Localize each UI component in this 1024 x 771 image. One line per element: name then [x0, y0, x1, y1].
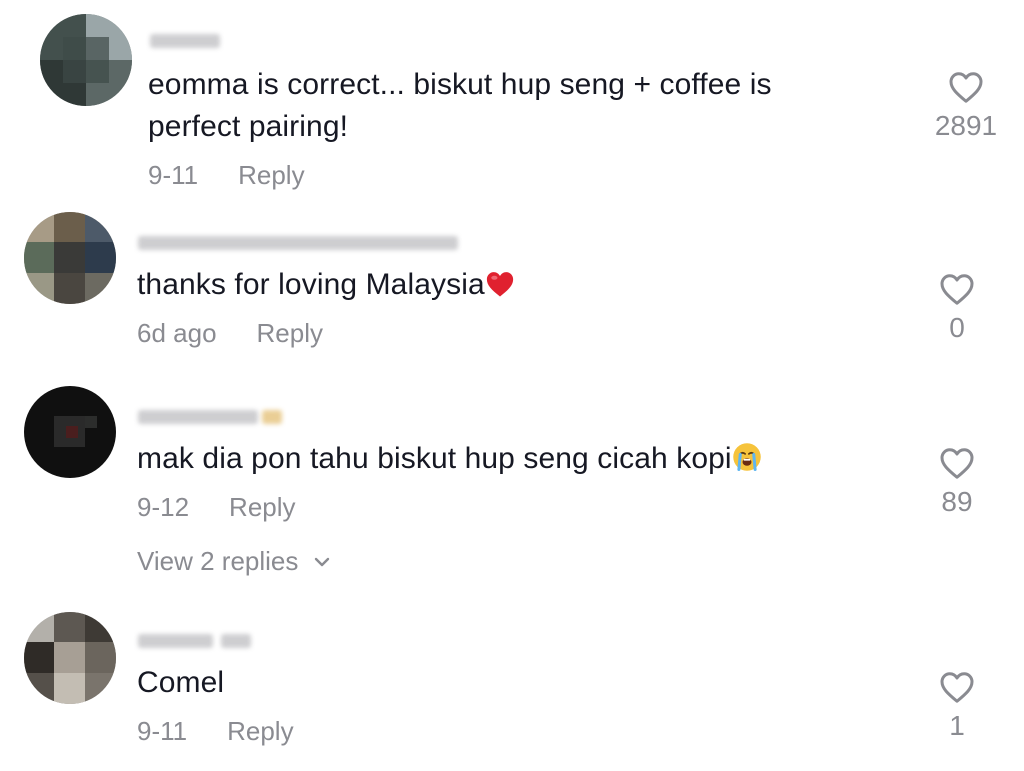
avatar[interactable] [24, 612, 116, 704]
comment-date: 6d ago [137, 318, 217, 348]
comment-meta: 9-11 Reply [137, 716, 294, 747]
heart-outline-icon[interactable] [948, 70, 984, 104]
comment-meta: 9-11 Reply [148, 160, 305, 191]
heart-outline-icon[interactable] [939, 272, 975, 306]
comment-text: mak dia pon tahu biskut hup seng cicah k… [137, 438, 897, 484]
comment-text: Comel [137, 666, 225, 699]
view-replies-button[interactable]: View 2 replies [137, 546, 332, 577]
loudly-crying-face-emoji [732, 442, 762, 484]
red-heart-emoji [485, 268, 515, 310]
heart-outline-icon[interactable] [939, 446, 975, 480]
heart-outline-icon[interactable] [939, 670, 975, 704]
username-blurred[interactable] [150, 30, 220, 52]
like-button[interactable]: 2891 [926, 70, 1006, 142]
reply-button[interactable]: Reply [257, 318, 323, 348]
reply-button[interactable]: Reply [229, 492, 295, 522]
comment-date: 9-11 [137, 716, 188, 746]
like-button[interactable]: 89 [917, 446, 997, 518]
chevron-down-icon [315, 557, 330, 566]
avatar[interactable] [24, 386, 116, 478]
username-blurred[interactable] [138, 232, 458, 254]
comment-meta: 6d ago Reply [137, 318, 323, 349]
like-button[interactable]: 0 [917, 272, 997, 344]
like-count: 0 [949, 312, 965, 343]
avatar[interactable] [24, 212, 116, 304]
username-blurred[interactable] [138, 406, 282, 428]
view-replies-label: View 2 replies [137, 546, 299, 576]
comment-meta: 9-12 Reply [137, 492, 296, 523]
like-count: 89 [941, 486, 973, 517]
reply-button[interactable]: Reply [238, 160, 304, 190]
comment-date: 9-12 [137, 492, 190, 522]
like-count: 1 [949, 710, 965, 741]
avatar[interactable] [40, 14, 132, 106]
username-blurred[interactable] [138, 630, 251, 652]
reply-button[interactable]: Reply [227, 716, 293, 746]
comment-date: 9-11 [148, 160, 199, 190]
like-button[interactable]: 1 [917, 670, 997, 742]
like-count: 2891 [934, 110, 998, 141]
comment-text: eomma is correct... biskut hup seng + co… [148, 68, 772, 143]
comment-text: thanks for loving Malaysia [137, 264, 897, 310]
